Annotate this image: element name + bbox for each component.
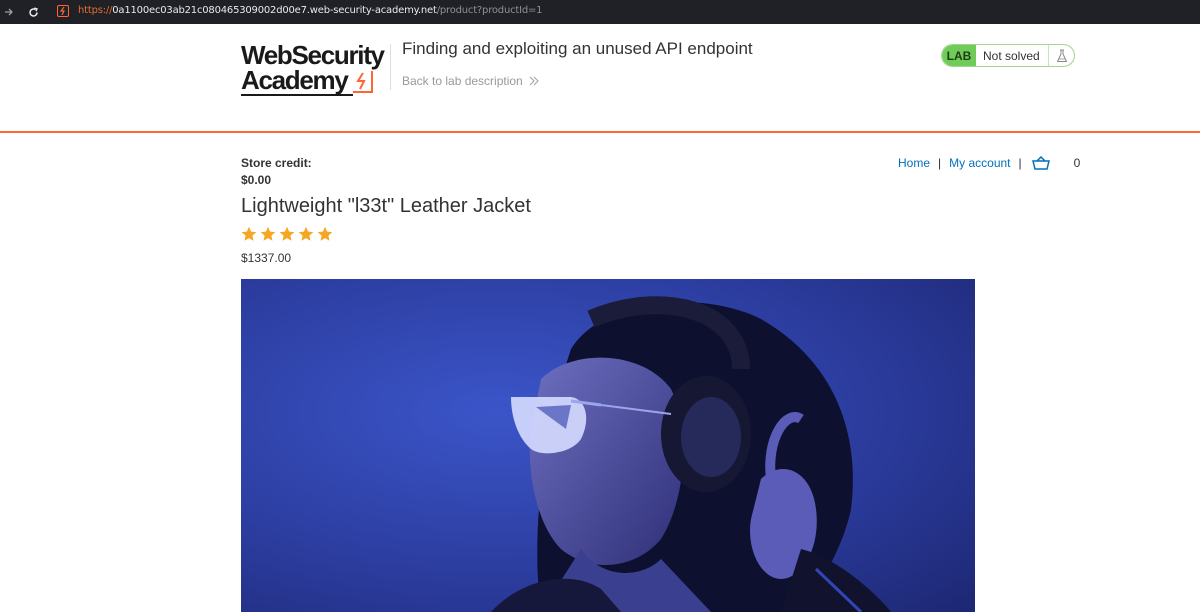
address-bar[interactable]: https://0a1100ec03ab21c080465309002d00e7… [78, 5, 543, 16]
top-nav: Home | My account | 0 [898, 156, 1080, 170]
home-link[interactable]: Home [898, 156, 930, 170]
lab-title: Finding and exploiting an unused API end… [402, 39, 753, 58]
browser-toolbar: https://0a1100ec03ab21c080465309002d00e7… [0, 0, 1200, 24]
star-icon [260, 226, 276, 241]
lab-badge: LAB [942, 45, 976, 66]
header-rule [0, 131, 1200, 133]
product-rating [241, 226, 333, 242]
url-path: /product?productId=1 [436, 5, 543, 16]
flask-icon [1048, 45, 1074, 66]
double-chevron-right-icon [529, 76, 539, 86]
star-icon [298, 226, 314, 241]
nav-separator: | [1018, 156, 1022, 170]
back-link-label: Back to lab description [402, 74, 523, 88]
logo-line2: Academy [241, 65, 349, 95]
url-host: 0a1100ec03ab21c080465309002d00e7.web-sec… [112, 5, 437, 16]
logo-underline [241, 94, 353, 96]
product-image [241, 279, 975, 612]
cart-count: 0 [1073, 156, 1081, 170]
cart-icon[interactable] [1031, 156, 1050, 170]
product-title: Lightweight "l33t" Leather Jacket [241, 195, 531, 217]
store-credit-label: Store credit: [241, 156, 312, 170]
header-divider [390, 44, 391, 90]
lab-status-widget: LAB Not solved [941, 44, 1075, 67]
star-icon [241, 226, 257, 241]
star-icon [279, 226, 295, 241]
forward-arrow-icon[interactable] [2, 4, 16, 20]
star-icon [317, 226, 333, 241]
back-to-lab-description-link[interactable]: Back to lab description [402, 74, 539, 88]
nav-separator: | [938, 156, 942, 170]
lab-status-text: Not solved [983, 49, 1040, 63]
product-price: $1337.00 [241, 251, 292, 265]
lab-header: WebSecurity Academy Finding and exploiti… [0, 24, 1200, 133]
logo-bolt-icon [353, 71, 373, 93]
my-account-link[interactable]: My account [949, 156, 1010, 170]
site-favicon-icon [57, 5, 69, 17]
store-credit-value: $0.00 [241, 173, 272, 187]
reload-icon[interactable] [26, 4, 40, 20]
web-security-academy-logo[interactable]: WebSecurity Academy [241, 41, 391, 101]
url-protocol: https:// [78, 5, 113, 16]
